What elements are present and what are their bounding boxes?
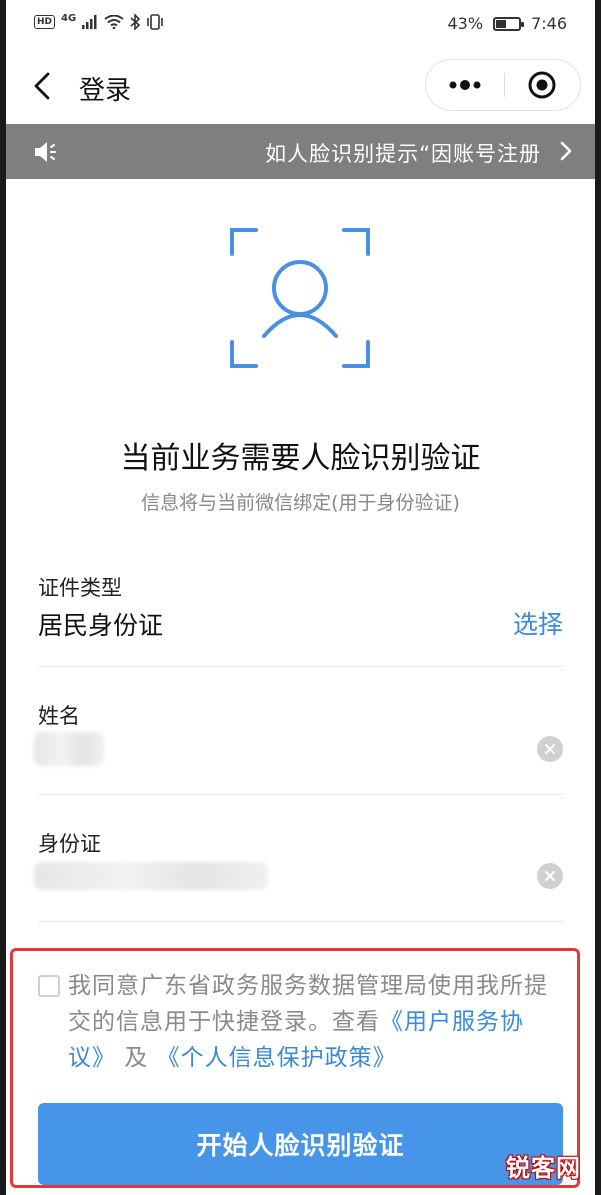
page-title: 登录 [79, 76, 132, 106]
watermark: 锐客网 [506, 1154, 581, 1182]
more-button[interactable] [426, 60, 504, 110]
bluetooth-icon [130, 14, 141, 30]
notice-bar[interactable]: 如人脸识别提示“因账号注册 [6, 124, 595, 179]
record-circle-icon [528, 71, 555, 99]
name-label: 姓名 [38, 704, 80, 728]
more-dots-icon [449, 80, 481, 90]
id-type-value: 居民身份证 [38, 611, 164, 640]
headline: 当前业务需要人脸识别验证 [120, 441, 481, 476]
clear-id-number-button[interactable] [537, 863, 563, 889]
id-number-input[interactable] [34, 862, 268, 890]
chevron-right-icon [560, 141, 572, 161]
id-type-label: 证件类型 [38, 576, 122, 600]
clear-name-button[interactable] [537, 736, 563, 762]
network-type: 4G [61, 12, 77, 24]
signal-icon [82, 15, 97, 29]
nav-bar: 登录 [6, 52, 595, 124]
battery-percent: 43% [447, 14, 484, 33]
divider [38, 794, 563, 795]
clock: 7:46 [531, 14, 567, 33]
id-number-label: 身份证 [38, 832, 101, 856]
close-icon [545, 871, 555, 881]
wifi-icon [104, 15, 124, 29]
phone-screen: HD 4G 43% 7:46 登录 如人脸识别提示“因账号注册 当前业务需要人脸… [6, 0, 595, 1195]
vibrate-icon [147, 14, 163, 30]
close-icon [545, 744, 555, 754]
divider [38, 666, 563, 667]
status-icons-left: HD 4G [34, 12, 164, 30]
miniprogram-capsule [425, 59, 581, 111]
chevron-left-icon [34, 72, 50, 100]
status-icons-right: 43% 7:46 [448, 14, 568, 33]
hd-badge: HD [34, 15, 56, 29]
subline: 信息将与当前微信绑定(用于身份验证) [141, 492, 460, 514]
divider [38, 921, 563, 922]
battery-icon [493, 16, 525, 31]
name-input[interactable] [34, 732, 104, 766]
close-miniprogram-button[interactable] [503, 60, 580, 110]
status-bar: HD 4G 43% 7:46 [6, 0, 595, 52]
back-button[interactable] [26, 66, 66, 106]
speaker-icon [35, 142, 56, 162]
face-scan-icon [230, 228, 370, 368]
highlight-annotation-box [10, 948, 580, 1188]
select-id-type-link[interactable]: 选择 [513, 605, 563, 641]
battery-level [496, 19, 506, 28]
notice-text: 如人脸识别提示“因账号注册 [265, 142, 541, 166]
